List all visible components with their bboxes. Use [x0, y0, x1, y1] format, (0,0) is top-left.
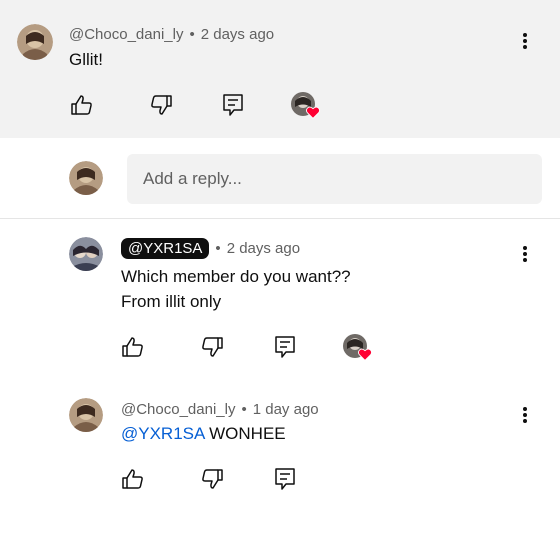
comment-text: From illit only	[121, 292, 222, 311]
meta-separator: •	[241, 401, 247, 418]
more-vert-icon[interactable]	[521, 31, 529, 53]
mention-link[interactable]: @YXR1SA	[121, 424, 204, 443]
comment-time: 1 day ago	[252, 401, 319, 418]
comment-meta: @Choco_dani_ly • 1 day ago	[121, 401, 319, 418]
creator-heart[interactable]	[291, 92, 321, 120]
avatar[interactable]	[69, 237, 103, 271]
author-name-badge[interactable]: @YXR1SA	[121, 238, 210, 259]
avatar[interactable]	[17, 24, 53, 60]
creator-heart-icon	[306, 106, 320, 119]
comment-text: Which member do you want??	[121, 267, 351, 286]
reply-icon[interactable]	[272, 466, 298, 492]
comment-text: Gllit!	[69, 50, 103, 69]
meta-separator: •	[215, 240, 221, 257]
comment-meta: @YXR1SA • 2 days ago	[121, 238, 300, 259]
thumbs-down-icon[interactable]	[199, 466, 225, 492]
author-name[interactable]: @Choco_dani_ly	[121, 401, 235, 418]
divider	[0, 218, 560, 219]
author-name[interactable]: @Choco_dani_ly	[69, 26, 183, 43]
meta-separator: •	[189, 26, 195, 43]
reply-icon[interactable]	[220, 92, 246, 118]
comment-time: 2 days ago	[200, 26, 275, 43]
comment-time: 2 days ago	[226, 240, 301, 257]
creator-heart-icon	[358, 348, 372, 361]
thumbs-up-icon[interactable]	[120, 334, 146, 360]
thumbs-up-icon[interactable]	[120, 466, 146, 492]
comment-meta: @Choco_dani_ly • 2 days ago	[69, 26, 274, 43]
creator-heart[interactable]	[343, 334, 373, 362]
thumbs-down-icon[interactable]	[199, 334, 225, 360]
reply-input[interactable]	[127, 154, 542, 204]
thumbs-up-icon[interactable]	[69, 92, 95, 118]
reply-icon[interactable]	[272, 334, 298, 360]
more-vert-icon[interactable]	[521, 244, 529, 266]
avatar[interactable]	[69, 398, 103, 432]
avatar[interactable]	[69, 161, 103, 195]
thumbs-down-icon[interactable]	[148, 92, 174, 118]
more-vert-icon[interactable]	[521, 405, 529, 427]
comment-text-rest: WONHEE	[209, 424, 286, 443]
comment-text: @YXR1SA WONHEE	[121, 421, 286, 447]
